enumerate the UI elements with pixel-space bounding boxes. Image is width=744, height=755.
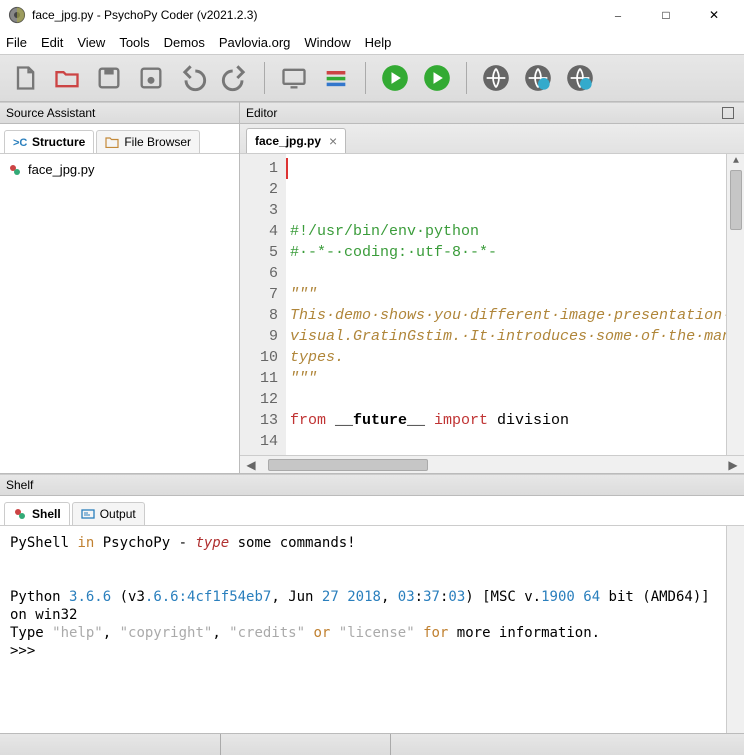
menubar: File Edit View Tools Demos Pavlovia.org … — [0, 30, 744, 54]
undo-button[interactable] — [176, 61, 210, 95]
color-picker-button[interactable] — [319, 61, 353, 95]
close-button[interactable]: ✕ — [700, 5, 728, 25]
menu-file[interactable]: File — [6, 35, 27, 50]
shelf-tabs: Shell Output — [0, 496, 744, 526]
statusbar — [0, 733, 744, 755]
source-tabs: >C Structure File Browser — [0, 124, 239, 154]
status-lang — [390, 734, 744, 755]
pavlovia-search-button[interactable] — [521, 61, 555, 95]
editor-header: Editor — [240, 102, 744, 124]
menu-window[interactable]: Window — [304, 35, 350, 50]
redo-button[interactable] — [218, 61, 252, 95]
python-file-icon — [8, 163, 22, 177]
editor-tab-active[interactable]: face_jpg.py × — [246, 128, 346, 153]
pavlovia-user-button[interactable] — [563, 61, 597, 95]
caret — [286, 158, 288, 179]
tab-structure[interactable]: >C Structure — [4, 130, 94, 153]
save-file-button[interactable] — [92, 61, 126, 95]
line-number-gutter: 123456789101112131415 — [240, 154, 286, 455]
status-position — [220, 734, 390, 755]
scroll-right-icon[interactable]: ▶ — [726, 458, 740, 472]
scroll-up-icon[interactable]: ▲ — [730, 156, 742, 167]
editor-dock-icon[interactable] — [722, 107, 734, 119]
editor-hscrollbar[interactable]: ◀ ▶ — [240, 455, 744, 473]
code-content[interactable]: #!/usr/bin/env·python#·-*-·coding:·utf-8… — [286, 154, 726, 455]
toolbar — [0, 54, 744, 102]
editor-vscrollbar[interactable]: ▲ — [726, 154, 744, 455]
tab-output[interactable]: Output — [72, 502, 145, 525]
new-file-button[interactable] — [8, 61, 42, 95]
tab-shell[interactable]: Shell — [4, 502, 70, 525]
editor-tab-close[interactable]: × — [329, 133, 337, 149]
code-editor[interactable]: 123456789101112131415 #!/usr/bin/env·pyt… — [240, 154, 744, 455]
run-button[interactable] — [378, 61, 412, 95]
source-assistant-panel: Source Assistant >C Structure File Brows… — [0, 102, 240, 473]
monitor-center-button[interactable] — [277, 61, 311, 95]
titlebar: face_jpg.py - PsychoPy Coder (v2021.2.3)… — [0, 0, 744, 30]
menu-pavlovia[interactable]: Pavlovia.org — [219, 35, 291, 50]
open-file-button[interactable] — [50, 61, 84, 95]
svg-text:>C: >C — [13, 137, 27, 149]
window-controls: – □ ✕ — [604, 5, 728, 25]
menu-tools[interactable]: Tools — [119, 35, 149, 50]
source-assistant-header: Source Assistant — [0, 102, 239, 124]
save-all-button[interactable] — [134, 61, 168, 95]
main-split: Source Assistant >C Structure File Brows… — [0, 102, 744, 473]
menu-help[interactable]: Help — [365, 35, 392, 50]
editor-panel: Editor face_jpg.py × 1234567891011121314… — [240, 102, 744, 473]
menu-view[interactable]: View — [77, 35, 105, 50]
app-icon — [8, 6, 26, 24]
pavlovia-sync-button[interactable] — [479, 61, 513, 95]
window-title: face_jpg.py - PsychoPy Coder (v2021.2.3) — [32, 8, 604, 22]
shell-icon — [13, 507, 27, 521]
minimize-button[interactable]: – — [604, 5, 632, 25]
editor-tabs: face_jpg.py × — [240, 124, 744, 154]
folder-icon — [105, 136, 119, 148]
shelf-header: Shelf — [0, 474, 744, 496]
shelf-panel: Shelf Shell Output PyShell in PsychoPy -… — [0, 473, 744, 733]
menu-edit[interactable]: Edit — [41, 35, 63, 50]
tab-file-browser[interactable]: File Browser — [96, 130, 200, 153]
hscroll-thumb[interactable] — [268, 459, 428, 471]
run-fast-button[interactable] — [420, 61, 454, 95]
output-icon — [81, 508, 95, 520]
shell-terminal[interactable]: PyShell in PsychoPy - type some commands… — [0, 526, 726, 733]
scroll-left-icon[interactable]: ◀ — [244, 458, 258, 472]
source-tree[interactable]: face_jpg.py — [0, 154, 239, 185]
maximize-button[interactable]: □ — [652, 5, 680, 25]
menu-demos[interactable]: Demos — [164, 35, 205, 50]
shell-vscrollbar[interactable] — [726, 526, 744, 733]
structure-icon: >C — [13, 135, 27, 149]
tree-root-file[interactable]: face_jpg.py — [6, 160, 233, 179]
scroll-thumb[interactable] — [730, 170, 742, 230]
